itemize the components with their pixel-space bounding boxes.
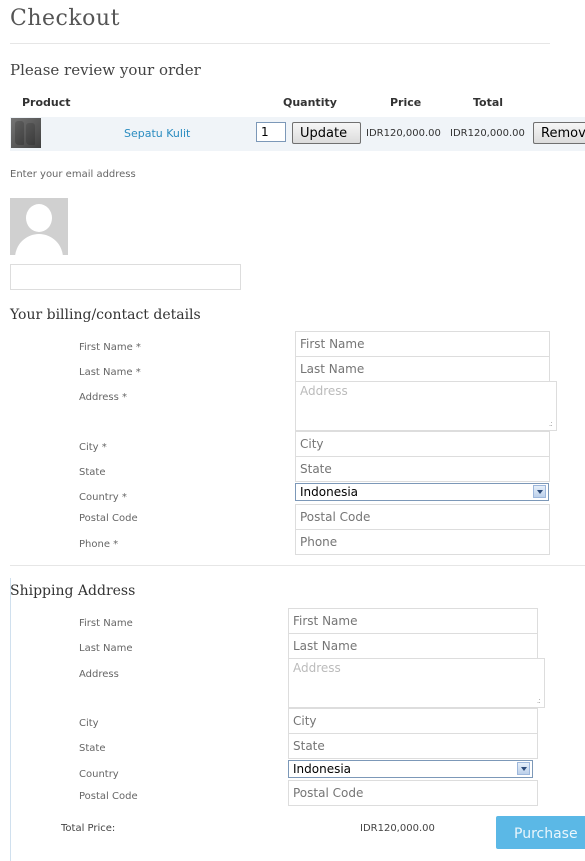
- billing-address-textarea[interactable]: Address .:: [295, 381, 557, 431]
- shipping-country-select[interactable]: Indonesia: [288, 760, 533, 778]
- avatar-body-icon: [15, 234, 63, 255]
- shipping-country-value: Indonesia: [293, 762, 352, 776]
- billing-country-select[interactable]: Indonesia: [295, 483, 549, 501]
- email-label: Enter your email address: [10, 169, 136, 180]
- billing-address-placeholder: Address: [300, 384, 348, 398]
- billing-first-name-label: First Name *: [79, 342, 141, 353]
- shipping-address-placeholder: Address: [293, 661, 341, 675]
- item-total: IDR120,000.00: [450, 128, 525, 139]
- quantity-input[interactable]: [256, 122, 286, 142]
- total-price-value: IDR120,000.00: [360, 823, 435, 834]
- column-price: Price: [390, 96, 422, 109]
- resize-grip-icon[interactable]: .:: [537, 696, 541, 705]
- page-title: Checkout: [10, 6, 120, 31]
- divider: [10, 43, 550, 44]
- billing-city-label: City *: [79, 442, 107, 453]
- update-button[interactable]: Update: [292, 122, 361, 144]
- shipping-city-input[interactable]: [288, 708, 538, 734]
- shipping-postal-code-input[interactable]: [288, 780, 538, 806]
- email-input[interactable]: [10, 264, 241, 290]
- shipping-address-label: Address: [79, 669, 119, 680]
- column-quantity: Quantity: [283, 96, 337, 109]
- product-name-link[interactable]: Sepatu Kulit: [124, 127, 190, 140]
- billing-city-input[interactable]: [295, 431, 550, 457]
- billing-country-value: Indonesia: [300, 485, 359, 499]
- billing-country-label: Country *: [79, 492, 127, 503]
- shipping-heading: Shipping Address: [10, 583, 136, 599]
- product-thumbnail[interactable]: [11, 118, 41, 148]
- billing-address-label: Address *: [79, 392, 128, 403]
- shipping-last-name-input[interactable]: [288, 633, 538, 659]
- chevron-down-icon[interactable]: [533, 485, 546, 498]
- cart-row: Sepatu Kulit Update IDR120,000.00 IDR120…: [10, 117, 585, 151]
- billing-phone-label: Phone *: [79, 539, 119, 550]
- review-heading: Please review your order: [10, 61, 201, 79]
- divider: [10, 565, 585, 566]
- billing-phone-input[interactable]: [295, 529, 550, 555]
- avatar: [10, 198, 68, 255]
- shipping-state-label: State: [79, 743, 106, 754]
- shipping-country-label: Country: [79, 769, 119, 780]
- billing-first-name-input[interactable]: [295, 331, 550, 357]
- purchase-button[interactable]: Purchase: [496, 816, 585, 849]
- cart-table-header: Product Quantity Price Total: [10, 92, 585, 114]
- avatar-head-icon: [26, 204, 52, 232]
- shipping-first-name-input[interactable]: [288, 608, 538, 634]
- shipping-first-name-label: First Name: [79, 618, 133, 629]
- billing-heading: Your billing/contact details: [10, 307, 201, 323]
- billing-last-name-label: Last Name *: [79, 367, 141, 378]
- shipping-state-input[interactable]: [288, 733, 538, 759]
- column-total: Total: [473, 96, 504, 109]
- shipping-postal-code-label: Postal Code: [79, 791, 138, 802]
- shipping-last-name-label: Last Name: [79, 643, 133, 654]
- shipping-address-textarea[interactable]: Address .:: [288, 658, 545, 708]
- billing-state-input[interactable]: [295, 456, 550, 482]
- billing-postal-code-input[interactable]: [295, 504, 550, 530]
- remove-button[interactable]: Remove: [533, 122, 585, 144]
- total-price-label: Total Price:: [61, 823, 116, 834]
- billing-last-name-input[interactable]: [295, 356, 550, 382]
- column-product: Product: [22, 96, 71, 109]
- item-price: IDR120,000.00: [366, 128, 441, 139]
- chevron-down-icon[interactable]: [517, 762, 530, 775]
- shipping-city-label: City: [79, 718, 99, 729]
- resize-grip-icon[interactable]: .:: [549, 419, 553, 428]
- billing-state-label: State: [79, 467, 106, 478]
- billing-postal-code-label: Postal Code: [79, 513, 138, 524]
